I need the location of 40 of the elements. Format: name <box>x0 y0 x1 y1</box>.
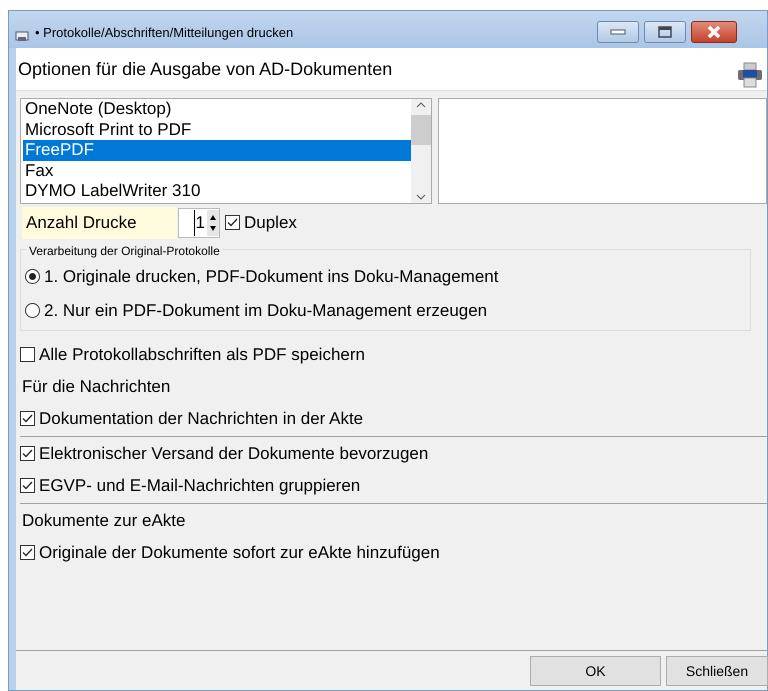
radio-button[interactable] <box>25 303 40 318</box>
checkbox[interactable] <box>20 545 35 560</box>
header-title: Optionen für die Ausgabe von AD-Dokumenten <box>18 58 392 81</box>
ok-button[interactable]: OK <box>530 656 661 686</box>
checkbox[interactable] <box>20 347 35 362</box>
maximize-button[interactable] <box>644 21 686 43</box>
printer-item[interactable]: Microsoft Print to PDF <box>23 120 411 140</box>
scroll-up-icon[interactable] <box>416 101 426 109</box>
copies-label: Anzahl Drucke <box>22 207 177 238</box>
app-icon <box>15 31 29 42</box>
printer-item[interactable]: FreePDF <box>23 140 411 161</box>
minimize-icon <box>610 29 626 35</box>
radio-label: 1. Originale drucken, PDF-Dokument ins Doku-Management <box>44 266 498 288</box>
checkbox-label: EGVP- und E-Mail-Nachrichten gruppieren <box>39 474 360 497</box>
close-dialog-button[interactable]: Schließen <box>666 656 768 686</box>
checkbox[interactable] <box>20 446 35 461</box>
scroll-down-icon[interactable] <box>416 193 426 201</box>
printer-item[interactable]: DYMO LabelWriter 310 <box>23 181 411 202</box>
scrollbar[interactable] <box>411 99 431 203</box>
checkbox[interactable] <box>20 411 35 426</box>
checkbox-label: Elektronischer Versand der Dokumente bevorzugen <box>39 442 428 465</box>
duplex-label: Duplex <box>244 212 297 234</box>
section-heading: Für die Nachrichten <box>22 376 170 398</box>
printer-icon[interactable] <box>737 62 763 88</box>
close-icon <box>706 25 722 39</box>
maximize-icon <box>658 26 672 38</box>
radio-button[interactable] <box>25 268 40 284</box>
section-heading: Dokumente zur eAkte <box>22 510 186 532</box>
printer-item[interactable]: OneNote (Desktop) <box>23 99 411 120</box>
copies-spinner[interactable]: 1 <box>178 208 220 238</box>
duplex-checkbox[interactable] <box>225 215 240 230</box>
close-button[interactable] <box>691 21 737 43</box>
checkbox-label: Originale der Dokumente sofort zur eAkte hinzufügen <box>39 542 440 564</box>
minimize-button[interactable] <box>597 21 639 43</box>
window-title: • Protokolle/Abschriften/Mitteilungen drucken <box>35 24 294 42</box>
checkbox-label: Alle Protokollabschriften als PDF speichern <box>39 344 365 366</box>
printer-item[interactable]: Fax <box>23 160 411 182</box>
checkbox-label: Dokumentation der Nachrichten in der Akte <box>39 408 364 430</box>
checkbox[interactable] <box>20 478 35 493</box>
radio-label: 2. Nur ein PDF-Dokument im Doku-Management erzeugen <box>44 300 488 322</box>
